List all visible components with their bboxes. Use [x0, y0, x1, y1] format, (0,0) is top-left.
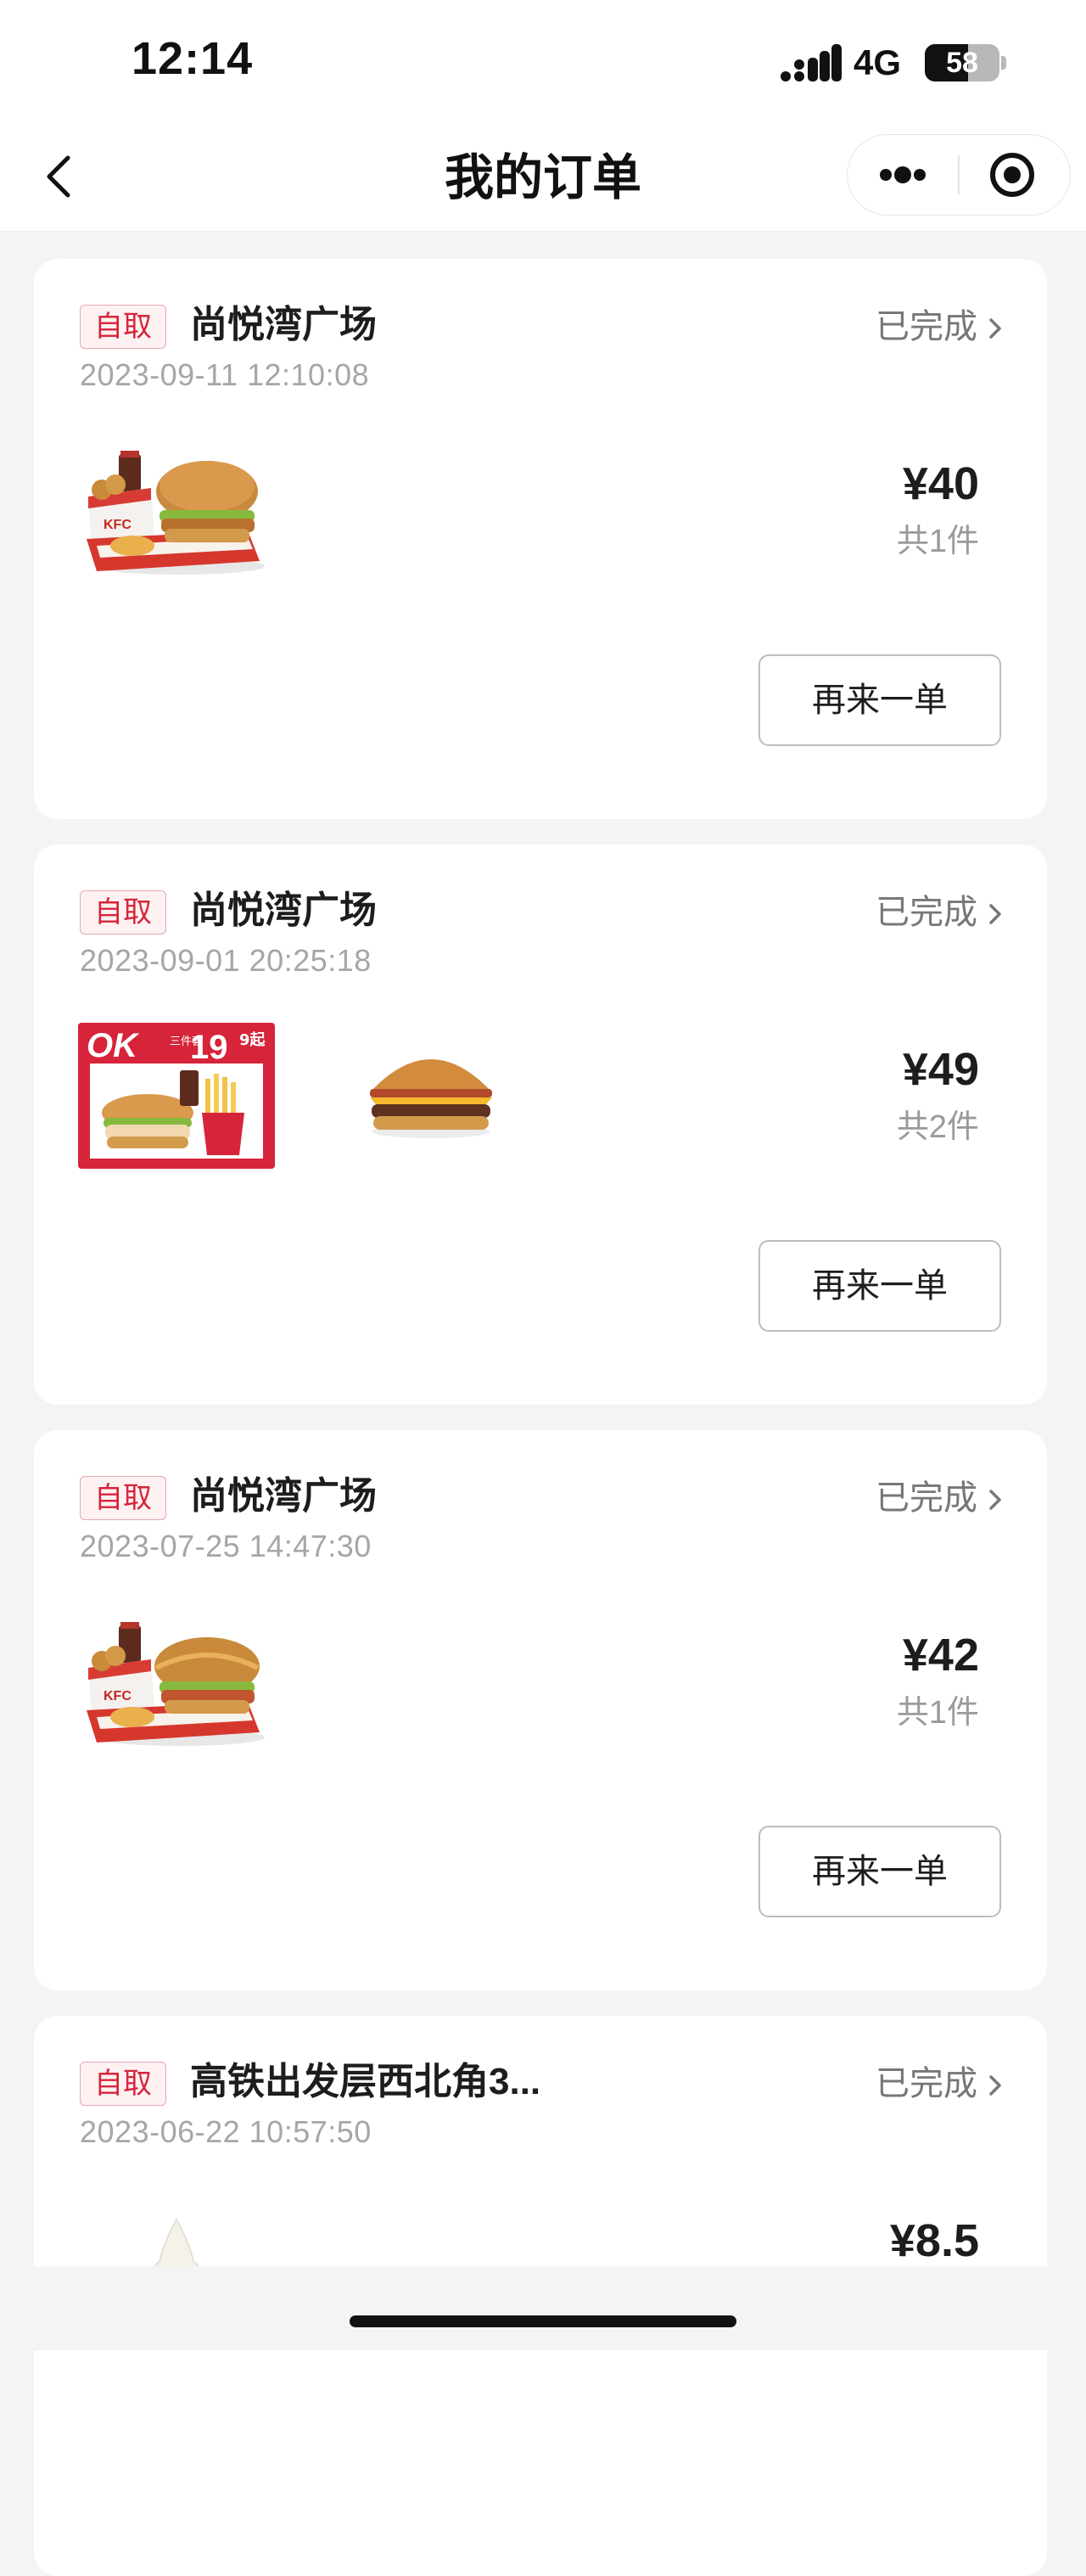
item-count: 共2件: [896, 1109, 979, 1145]
order-price: ¥42: [902, 1630, 979, 1681]
chevron-right-icon: [989, 318, 1001, 340]
status-label: 已完成: [876, 308, 977, 345]
store-name: 尚悦湾广场: [190, 1475, 377, 1517]
miniprogram-capsule: [847, 134, 1071, 216]
promo-price: 19: [190, 1029, 228, 1066]
order-status[interactable]: 已完成: [876, 2060, 1003, 2107]
more-dots-icon[interactable]: [848, 135, 958, 215]
promo-brand: OK: [87, 1027, 140, 1064]
store-name: 高铁出发层西北角3...: [190, 2061, 541, 2102]
battery-tip: [1001, 56, 1006, 70]
combo-meal-image: KFC: [87, 451, 265, 575]
chevron-right-icon: [989, 1490, 1001, 1511]
status-time: 12:14: [132, 33, 254, 84]
network-type: 4G: [854, 42, 902, 82]
ok-set-promo-image: OK 三件套 19 9起: [78, 1023, 275, 1169]
status-label: 已完成: [876, 1479, 977, 1517]
pickup-badge: 自取: [80, 1476, 166, 1520]
pickup-badge: 自取: [80, 305, 166, 349]
signal-icon: [781, 44, 842, 81]
order-time: 2023-09-11 12:10:08: [80, 357, 370, 392]
reorder-button[interactable]: 再来一单: [759, 654, 1001, 746]
reorder-button[interactable]: 再来一单: [759, 1826, 1001, 1917]
order-card[interactable]: 自取 尚悦湾广场 已完成 2023-09-01 20:25:18 OK 三件套 …: [34, 845, 1047, 1405]
pickup-badge: 自取: [80, 890, 166, 934]
store-name: 尚悦湾广场: [190, 304, 377, 345]
order-price: ¥49: [902, 1044, 979, 1095]
order-status[interactable]: 已完成: [876, 303, 1003, 351]
battery-icon: 58: [925, 44, 999, 81]
status-bar: 12:14 4G 58: [0, 0, 1086, 127]
svg-text:KFC: KFC: [104, 1689, 132, 1703]
order-price: ¥40: [902, 458, 979, 509]
status-label: 已完成: [876, 2065, 977, 2102]
status-label: 已完成: [876, 894, 977, 931]
svg-text:KFC: KFC: [104, 518, 132, 532]
promo-suffix: 9起: [239, 1030, 266, 1049]
combo-meal-image: KFC: [87, 1622, 265, 1746]
order-time: 2023-07-25 14:47:30: [80, 1529, 372, 1563]
order-price: ¥8.5: [889, 2215, 979, 2266]
order-status[interactable]: 已完成: [876, 889, 1003, 936]
chevron-right-icon: [989, 2075, 1001, 2096]
order-status[interactable]: 已完成: [876, 1474, 1003, 1522]
item-count: 共1件: [896, 524, 979, 559]
store-name: 尚悦湾广场: [190, 890, 377, 931]
nav-bar: 我的订单: [0, 127, 1086, 232]
order-card[interactable]: 自取 尚悦湾广场 已完成 2023-07-25 14:47:30 KFC ¥42…: [34, 1430, 1047, 1990]
battery-level: 58: [946, 47, 978, 79]
cheeseburger-image: [370, 1059, 492, 1138]
item-count: 共1件: [896, 1695, 979, 1731]
home-indicator-area: [0, 2266, 1086, 2350]
reorder-button[interactable]: 再来一单: [759, 1240, 1001, 1332]
target-circle-icon[interactable]: [960, 135, 1070, 215]
home-indicator[interactable]: [350, 2315, 736, 2327]
chevron-right-icon: [989, 904, 1001, 925]
pickup-badge: 自取: [80, 2062, 166, 2106]
order-card[interactable]: 自取 尚悦湾广场 已完成 2023-09-11 12:10:08 KFC ¥40…: [34, 259, 1047, 819]
order-time: 2023-06-22 10:57:50: [80, 2114, 372, 2149]
order-time: 2023-09-01 20:25:18: [80, 943, 372, 978]
